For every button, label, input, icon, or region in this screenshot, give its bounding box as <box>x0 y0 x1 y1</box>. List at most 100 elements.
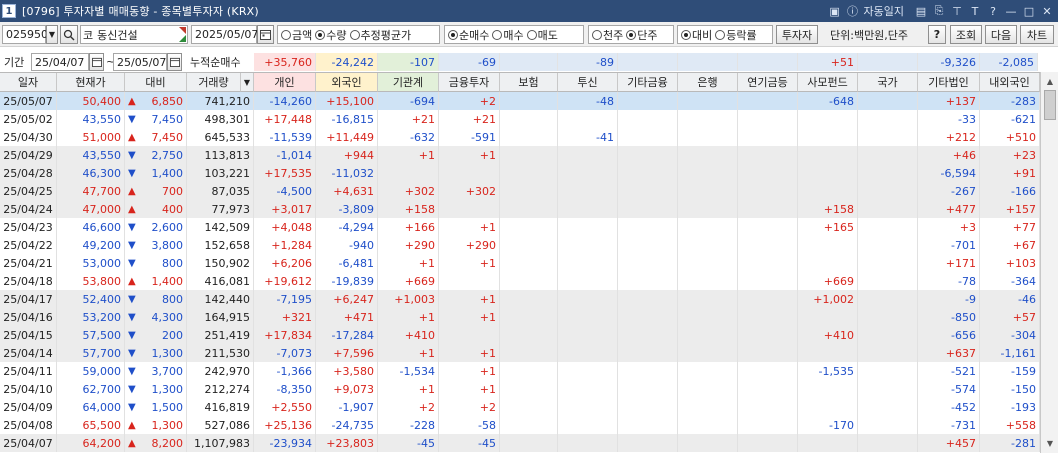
change-value: 1,300 <box>151 346 184 360</box>
chart-button[interactable]: 차트 <box>1020 25 1054 44</box>
radio-sell[interactable]: 매도 <box>526 27 558 43</box>
table-row[interactable]: 25/04/11 59,000 ▼ 3,700 242,970 -1,366 +3,580-… <box>0 362 1040 380</box>
cell-foreign: -940 <box>316 236 378 254</box>
change-value: 8,200 <box>151 436 184 450</box>
table-row[interactable]: 25/04/25 47,700 ▲ 700 87,035 -4,500 +4,631 +302… <box>0 182 1040 200</box>
col-change[interactable]: 대비 <box>125 73 187 92</box>
next-button[interactable]: 다음 <box>985 25 1017 44</box>
cell-price: 50,400 <box>57 92 125 110</box>
scroll-down-icon[interactable]: ▼ <box>1043 436 1057 450</box>
cell-individual: -1,014 <box>254 146 316 164</box>
table-row[interactable]: 25/04/16 53,200 ▼ 4,300 164,915 +321 +471 +1 +1-… <box>0 308 1040 326</box>
period-to-input[interactable]: 25/05/07 <box>113 53 167 71</box>
help-icon[interactable]: ? <box>986 4 1000 18</box>
radio-net-buy[interactable]: 순매수 <box>448 27 489 43</box>
cell-trust <box>558 218 618 236</box>
calendar-icon[interactable] <box>257 25 274 44</box>
minimize-icon[interactable]: — <box>1004 4 1018 18</box>
pin-icon[interactable]: ⊤ <box>950 4 964 18</box>
col-financial-invest[interactable]: 금융투자 <box>439 73 500 92</box>
table-row[interactable]: 25/04/09 64,000 ▼ 1,500 416,819 +2,550 -1,907 +… <box>0 398 1040 416</box>
volume-dropdown-icon[interactable]: ▼ <box>241 73 254 92</box>
cell-institution: -694 <box>378 92 439 110</box>
period-from-calendar-icon[interactable] <box>89 53 104 71</box>
cell-change: ▲ 700 <box>125 182 187 200</box>
cell-change: ▲ 1,300 <box>125 416 187 434</box>
table-row[interactable]: 25/04/14 57,700 ▼ 1,300 211,530 -7,073 +7,596 +… <box>0 344 1040 362</box>
table-row[interactable]: 25/04/08 65,500 ▲ 1,300 527,086 +25,136 -24,73… <box>0 416 1040 434</box>
cell-bank <box>678 272 738 290</box>
col-date[interactable]: 일자 <box>0 73 57 92</box>
screen-icon[interactable]: ▣ <box>828 4 842 18</box>
radio-quantity[interactable]: 수량 <box>315 27 347 43</box>
table-row[interactable]: 25/04/30 51,000 ▲ 7,450 645,533 -11,539 +11,44… <box>0 128 1040 146</box>
cell-date: 25/05/07 <box>0 92 57 110</box>
col-domestic-foreign[interactable]: 내외국인 <box>980 73 1040 92</box>
down-arrow-icon: ▼ <box>128 239 136 251</box>
investor-button[interactable]: 투자자 <box>776 25 818 44</box>
help-button[interactable]: ? <box>928 25 946 44</box>
col-insurance[interactable]: 보험 <box>500 73 558 92</box>
table-row[interactable]: 25/04/29 43,550 ▼ 2,750 113,813 -1,014 +944 +1 +… <box>0 146 1040 164</box>
stock-code-input[interactable]: 025950 <box>2 25 48 44</box>
table-row[interactable]: 25/04/21 53,000 ▼ 800 150,902 +6,206 -6,481 +1 +… <box>0 254 1040 272</box>
change-value: 800 <box>162 292 183 306</box>
radio-single-shares[interactable]: 단주 <box>626 27 658 43</box>
cell-insurance <box>500 164 558 182</box>
col-bank[interactable]: 은행 <box>678 73 738 92</box>
table-row[interactable]: 25/04/22 49,200 ▼ 3,800 152,658 +1,284 -940 +29… <box>0 236 1040 254</box>
radio-change[interactable]: 대비 <box>681 27 712 43</box>
col-foreign[interactable]: 외국인 <box>316 73 378 92</box>
radio-thousand-shares[interactable]: 천주 <box>592 27 623 43</box>
period-to-calendar-icon[interactable] <box>167 53 182 71</box>
col-trust[interactable]: 투신 <box>558 73 618 92</box>
auto-login-label[interactable]: 자동일지 <box>864 3 904 19</box>
stock-name-box[interactable]: 코 동신건설 <box>80 25 188 44</box>
col-individual[interactable]: 개인 <box>254 73 316 92</box>
search-icon[interactable] <box>60 25 78 44</box>
col-price[interactable]: 현재가 <box>57 73 125 92</box>
table-row[interactable]: 25/04/07 64,200 ▲ 8,200 1,107,983 -23,934 +23,… <box>0 434 1040 452</box>
font-icon[interactable]: T <box>968 4 982 18</box>
col-other-finance[interactable]: 기타금융 <box>618 73 678 92</box>
date-input[interactable]: 2025/05/07 <box>191 25 258 44</box>
scroll-thumb[interactable] <box>1044 90 1056 120</box>
scroll-up-icon[interactable]: ▲ <box>1043 74 1057 88</box>
up-arrow-icon: ▲ <box>128 95 136 107</box>
col-volume[interactable]: 거래량 <box>187 73 241 92</box>
cell-volume: 251,419 <box>187 326 254 344</box>
table-row[interactable]: 25/05/07 50,400 ▲ 6,850 741,210 -14,260 +15,10… <box>0 92 1040 110</box>
radio-change-rate[interactable]: 등락률 <box>715 27 757 43</box>
table-row[interactable]: 25/04/10 62,700 ▼ 1,300 212,274 -8,350 +9,073 +… <box>0 380 1040 398</box>
table-row[interactable]: 25/04/28 46,300 ▼ 1,400 103,221 +17,535 -11,03… <box>0 164 1040 182</box>
col-nation[interactable]: 국가 <box>858 73 918 92</box>
cell-financial-invest: +1 <box>439 290 500 308</box>
cell-volume: 212,274 <box>187 380 254 398</box>
lookup-button[interactable]: 조회 <box>950 25 982 44</box>
col-other-corp[interactable]: 기타법인 <box>918 73 980 92</box>
cell-price: 51,000 <box>57 128 125 146</box>
radio-avg-price[interactable]: 추정평균가 <box>349 27 411 43</box>
table-row[interactable]: 25/04/17 52,400 ▼ 800 142,440 -7,195 +6,247 +1,… <box>0 290 1040 308</box>
table-row[interactable]: 25/04/15 57,500 ▼ 200 251,419 +17,834 -17,284 +… <box>0 326 1040 344</box>
radio-amount[interactable]: 금액 <box>281 27 312 43</box>
col-pension[interactable]: 연기금등 <box>738 73 798 92</box>
table-row[interactable]: 25/04/23 46,600 ▼ 2,600 142,509 +4,048 -4,294 +… <box>0 218 1040 236</box>
cell-insurance <box>500 344 558 362</box>
table-row[interactable]: 25/05/02 43,550 ▼ 7,450 498,301 +17,448 -16,81… <box>0 110 1040 128</box>
cell-pension <box>738 416 798 434</box>
col-institution[interactable]: 기관계 <box>378 73 439 92</box>
table-row[interactable]: 25/04/18 53,800 ▲ 1,400 416,081 +19,612 -19,83… <box>0 272 1040 290</box>
maximize-icon[interactable]: □ <box>1022 4 1036 18</box>
table-row[interactable]: 25/04/24 47,000 ▲ 400 77,973 +3,017 -3,809 +158… <box>0 200 1040 218</box>
period-from-input[interactable]: 25/04/07 <box>31 53 89 71</box>
layout-icon[interactable]: ▤ <box>914 4 928 18</box>
col-private-fund[interactable]: 사모펀드 <box>798 73 858 92</box>
cell-date: 25/04/29 <box>0 146 57 164</box>
code-dropdown-icon[interactable]: ▼ <box>46 25 58 44</box>
vertical-scrollbar[interactable]: ▲ ▼ <box>1040 72 1058 453</box>
close-icon[interactable]: ✕ <box>1040 4 1054 18</box>
link-icon[interactable]: ⎘ <box>932 4 946 18</box>
radio-buy[interactable]: 매수 <box>492 27 524 43</box>
info-icon[interactable]: ⓘ <box>846 4 860 18</box>
